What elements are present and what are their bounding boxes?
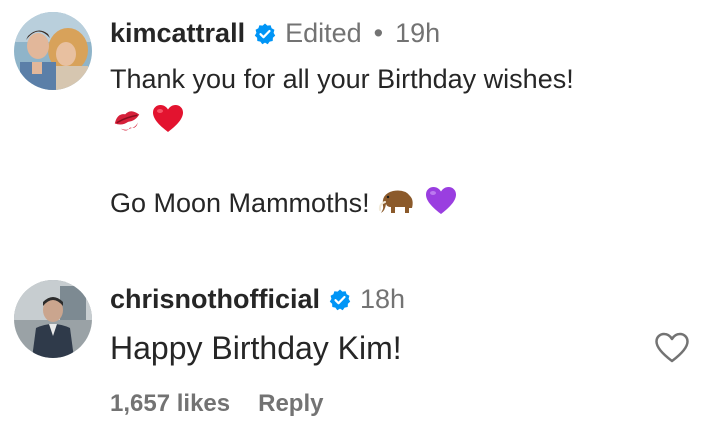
comment-text: Go Moon Mammoths! bbox=[110, 186, 457, 224]
username[interactable]: chrisnothofficial bbox=[110, 284, 320, 315]
comment-text: Happy Birthday Kim! bbox=[110, 330, 402, 366]
red-heart-icon bbox=[152, 104, 184, 142]
timestamp: 18h bbox=[360, 284, 406, 314]
like-heart-icon[interactable] bbox=[654, 332, 690, 364]
avatar-image bbox=[14, 280, 92, 358]
purple-heart-icon bbox=[425, 186, 457, 224]
kiss-mark-icon bbox=[110, 104, 144, 142]
mammoth-icon bbox=[377, 186, 417, 224]
username[interactable]: kimcattrall bbox=[110, 18, 245, 49]
avatar[interactable] bbox=[14, 12, 92, 90]
comment-header: kimcattrall Edited • 19h bbox=[110, 18, 440, 49]
comment-item: chrisnothofficial 18h Happy Birthday Kim… bbox=[0, 270, 708, 428]
emoji-line bbox=[110, 104, 184, 142]
verified-badge-icon bbox=[328, 288, 352, 312]
comment-text-line: Go Moon Mammoths! bbox=[110, 188, 370, 219]
comment-footer: 1,657 likes Reply bbox=[110, 390, 323, 418]
comment-header: chrisnothofficial 18h bbox=[110, 284, 405, 315]
verified-badge-icon bbox=[253, 22, 277, 46]
separator-dot: • bbox=[373, 18, 384, 48]
avatar-image bbox=[14, 12, 92, 90]
timestamp: 19h bbox=[395, 18, 441, 48]
avatar[interactable] bbox=[14, 280, 92, 358]
reply-button[interactable]: Reply bbox=[258, 390, 323, 418]
likes-count[interactable]: 1,657 likes bbox=[110, 390, 230, 418]
comment-item: kimcattrall Edited • 19h Thank you for a… bbox=[0, 0, 708, 270]
comment-text: Thank you for all your Birthday wishes! bbox=[110, 64, 574, 94]
edited-label: Edited bbox=[285, 18, 362, 48]
